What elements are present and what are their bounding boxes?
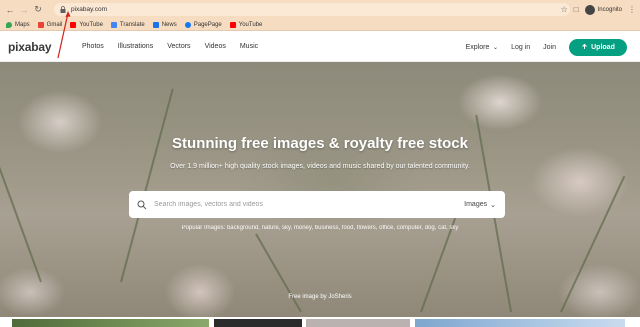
incognito-label: Incognito [597, 6, 622, 13]
login-link[interactable]: Log in [511, 44, 530, 51]
chevron-down-icon: ⌄ [490, 201, 496, 209]
bookmark-pagepage[interactable]: PagePage [184, 21, 222, 28]
chevron-down-icon: ⌄ [491, 44, 499, 51]
hero-background-image [0, 62, 640, 317]
thumbnail[interactable] [415, 319, 625, 327]
nav-vectors[interactable]: Vectors [167, 43, 190, 50]
browser-toolbar: ← → ↻ pixabay.com ☆ □ Incognito ⋮ [0, 0, 640, 19]
site-header: pixabay Photos Illustrations Vectors Vid… [0, 32, 640, 62]
incognito-badge[interactable]: Incognito [584, 4, 622, 15]
upload-button[interactable]: Upload [569, 38, 627, 56]
search-input[interactable] [154, 201, 465, 208]
popular-tags[interactable]: Popular Images: background, nature, sky,… [0, 225, 640, 231]
main-nav: Photos Illustrations Vectors Videos Musi… [82, 43, 258, 50]
nav-music[interactable]: Music [240, 43, 258, 50]
pixabay-logo[interactable]: pixabay [8, 40, 51, 54]
explore-label: Explore [465, 43, 490, 51]
thumbnail-strip [0, 317, 640, 327]
search-icon[interactable] [137, 200, 147, 210]
bookmarks-bar: Maps Gmail YouTube Translate News PagePa… [0, 19, 640, 31]
upload-icon [581, 43, 588, 52]
forward-icon[interactable]: → [17, 3, 31, 17]
thumbnail[interactable] [306, 319, 410, 327]
search-type-dropdown[interactable]: Images ⌄ [464, 201, 496, 209]
hero-subtitle: Over 1.9 million+ high quality stock ima… [170, 163, 470, 170]
gmail-icon [37, 21, 44, 28]
bookmark-maps[interactable]: Maps [6, 21, 30, 28]
facebook-icon [184, 21, 191, 28]
bookmark-youtube[interactable]: YouTube [70, 21, 103, 28]
nav-videos[interactable]: Videos [205, 43, 226, 50]
address-bar[interactable]: pixabay.com [54, 3, 570, 16]
incognito-icon [584, 4, 595, 15]
menu-dots-icon[interactable]: ⋮ [628, 5, 636, 14]
image-credit[interactable]: Free image by JoSheris [0, 294, 640, 300]
upload-label: Upload [591, 43, 615, 51]
search-type-label: Images [464, 201, 488, 208]
youtube-icon [70, 21, 77, 28]
explore-menu[interactable]: Explore ⌄ [466, 44, 498, 51]
hero-title: Stunning free images & royalty free stoc… [172, 135, 468, 152]
tab-search-icon[interactable]: □ [574, 5, 579, 14]
back-icon[interactable]: ← [3, 3, 17, 17]
bookmark-news[interactable]: News [152, 21, 177, 28]
browser-actions: ☆ □ Incognito ⋮ [561, 2, 636, 17]
hero-banner: Stunning free images & royalty free stoc… [0, 62, 640, 317]
thumbnail[interactable] [214, 319, 302, 327]
url-text: pixabay.com [71, 6, 108, 13]
youtube-icon [229, 21, 236, 28]
news-icon [152, 21, 159, 28]
header-actions: Explore ⌄ Log in Join Upload [466, 38, 640, 56]
reload-icon[interactable]: ↻ [31, 3, 45, 17]
star-icon[interactable]: ☆ [561, 5, 568, 14]
search-bar: Images ⌄ [129, 191, 505, 218]
nav-photos[interactable]: Photos [82, 43, 104, 50]
thumbnail[interactable] [12, 319, 209, 327]
maps-icon [6, 21, 12, 28]
translate-icon [110, 21, 117, 28]
nav-illustrations[interactable]: Illustrations [118, 43, 153, 50]
bookmark-youtube-2[interactable]: YouTube [229, 21, 262, 28]
join-link[interactable]: Join [543, 44, 556, 51]
lock-icon [60, 6, 66, 13]
bookmark-gmail[interactable]: Gmail [37, 21, 62, 28]
bookmark-translate[interactable]: Translate [110, 21, 145, 28]
